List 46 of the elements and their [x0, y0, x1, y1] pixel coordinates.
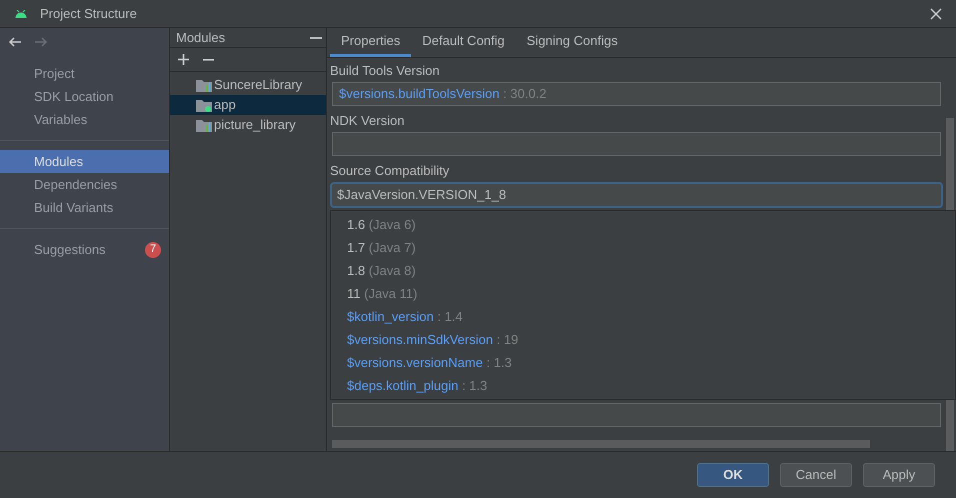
- field-label: Build Tools Version: [329, 62, 441, 80]
- sidebar-item[interactable]: Build Variants: [0, 196, 169, 219]
- sidebar-item[interactable]: Variables: [0, 108, 169, 131]
- dropdown-option[interactable]: 1.6 (Java 6): [331, 213, 955, 236]
- sidebar-item[interactable]: Project: [0, 62, 169, 85]
- text-field[interactable]: $JavaVersion.VERSION_1_8: [330, 182, 943, 208]
- dialog-button[interactable]: Apply: [863, 463, 935, 487]
- add-icon[interactable]: [178, 54, 189, 65]
- tab[interactable]: Default Config: [411, 28, 516, 57]
- dropdown-option[interactable]: 11 (Java 11): [331, 282, 955, 305]
- dropdown-option[interactable]: 1.8 (Java 8): [331, 259, 955, 282]
- android-icon: [15, 10, 27, 18]
- minimize-icon[interactable]: [310, 36, 322, 38]
- module-folder-icon: [196, 78, 212, 92]
- dropdown-option[interactable]: $versions.versionName : 1.3: [331, 351, 955, 374]
- text-field[interactable]: [332, 132, 941, 156]
- horizontal-scrollbar[interactable]: [332, 440, 870, 448]
- sidebar-item[interactable]: SDK Location: [0, 85, 169, 108]
- close-icon: [930, 8, 942, 20]
- back-arrow-icon[interactable]: [8, 37, 22, 47]
- dialog-button[interactable]: OK: [697, 463, 769, 487]
- sidebar-item[interactable]: Suggestions 7: [0, 238, 169, 261]
- text-field[interactable]: [332, 403, 941, 427]
- module-item[interactable]: picture_library: [170, 115, 326, 135]
- field-label: Source Compatibility: [329, 162, 450, 180]
- dropdown-option[interactable]: $versions.minSdkVersion : 19: [331, 328, 955, 351]
- text-field[interactable]: $versions.buildToolsVersion : 30.0.2: [332, 82, 941, 106]
- dropdown-option[interactable]: $kotlin_version : 1.4: [331, 305, 955, 328]
- dropdown-option[interactable]: 1.7 (Java 7): [331, 236, 955, 259]
- window-title: Project Structure: [40, 4, 137, 23]
- field-value: $JavaVersion.VERSION_1_8: [337, 186, 506, 204]
- tab[interactable]: Signing Configs: [516, 28, 629, 57]
- dropdown-option[interactable]: $deps.kotlin_plugin : 1.3: [331, 374, 955, 397]
- module-folder-icon: [196, 98, 212, 112]
- field-value: $versions.buildToolsVersion : 30.0.2: [339, 85, 546, 104]
- module-item[interactable]: app: [170, 95, 326, 115]
- dialog-button[interactable]: Cancel: [780, 463, 852, 487]
- module-item[interactable]: SuncereLibrary: [170, 75, 326, 95]
- sidebar-item[interactable]: Dependencies: [0, 173, 169, 196]
- tab[interactable]: Properties: [330, 28, 412, 57]
- close-button[interactable]: [928, 6, 944, 22]
- panel-title: Modules: [176, 28, 226, 47]
- count-badge: 7: [145, 242, 161, 258]
- field-label: NDK Version: [329, 112, 406, 130]
- module-folder-icon: [196, 118, 212, 132]
- sidebar-item[interactable]: Modules: [0, 150, 169, 173]
